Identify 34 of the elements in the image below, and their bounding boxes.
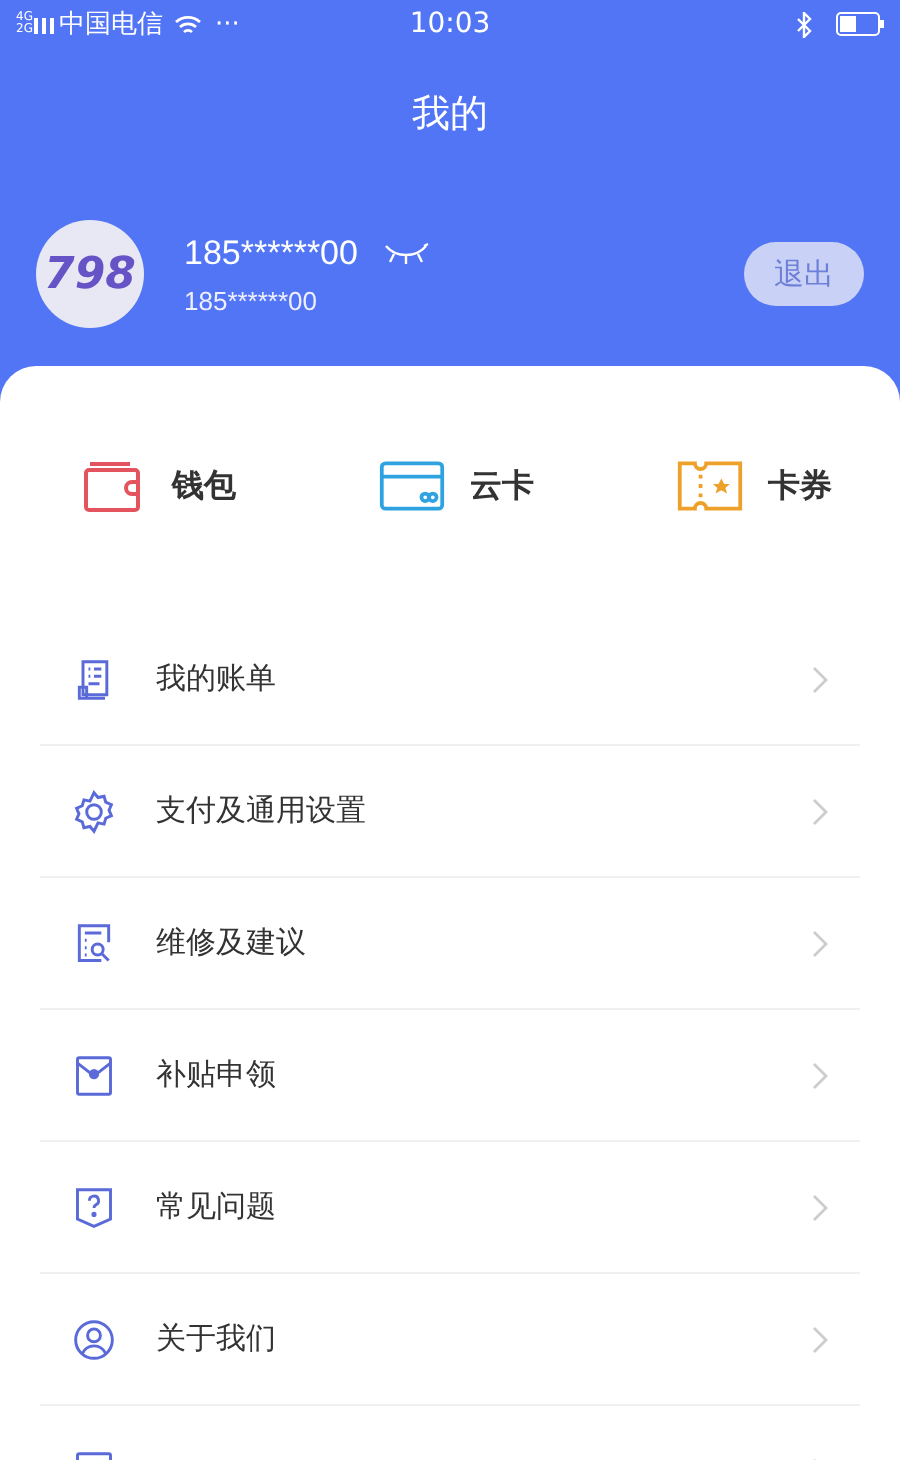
menu-item[interactable]: 补贴申领: [40, 1010, 860, 1142]
battery-icon: [836, 12, 884, 36]
bluetooth-icon: [796, 11, 812, 37]
signal-icon: [34, 14, 55, 34]
avatar: 798: [36, 220, 144, 328]
menu-item[interactable]: 我的账单: [40, 614, 860, 746]
user-icon: [72, 1317, 116, 1361]
settings-icon: [72, 789, 116, 833]
chevron-right-icon: [812, 1061, 828, 1089]
chevron-right-icon: [812, 929, 828, 957]
page-title: 我的: [412, 90, 488, 140]
shortcut-item[interactable]: 钱包: [80, 454, 236, 518]
menu-item[interactable]: 支付及通用设置: [40, 746, 860, 878]
credit-card-icon: [378, 458, 446, 514]
chevron-right-icon: [812, 1325, 828, 1353]
shortcut-item[interactable]: 云卡: [378, 454, 534, 518]
menu-item[interactable]: 常见问题: [40, 1142, 860, 1274]
carrier-label: 中国电信: [58, 8, 163, 42]
chevron-right-icon: [812, 797, 828, 825]
document-search-icon: [72, 921, 116, 965]
time-label: 10:03: [407, 8, 493, 40]
coupon-icon: [676, 458, 744, 514]
help-icon: [72, 1185, 116, 1229]
chevron-right-icon: [812, 665, 828, 693]
envelope-icon: [72, 1053, 116, 1097]
account-subtitle: 185******00: [184, 285, 320, 315]
chevron-right-icon: [812, 1193, 828, 1221]
account-name: 185******00: [184, 233, 358, 273]
closed-eye-icon[interactable]: [381, 241, 430, 265]
wifi-icon: [174, 13, 203, 35]
more-label: ···: [214, 9, 240, 39]
menu-item[interactable]: 维修及建议: [40, 878, 860, 1010]
shortcut-item[interactable]: 卡券: [676, 454, 832, 518]
menu-item[interactable]: 关于我们: [40, 1274, 860, 1406]
